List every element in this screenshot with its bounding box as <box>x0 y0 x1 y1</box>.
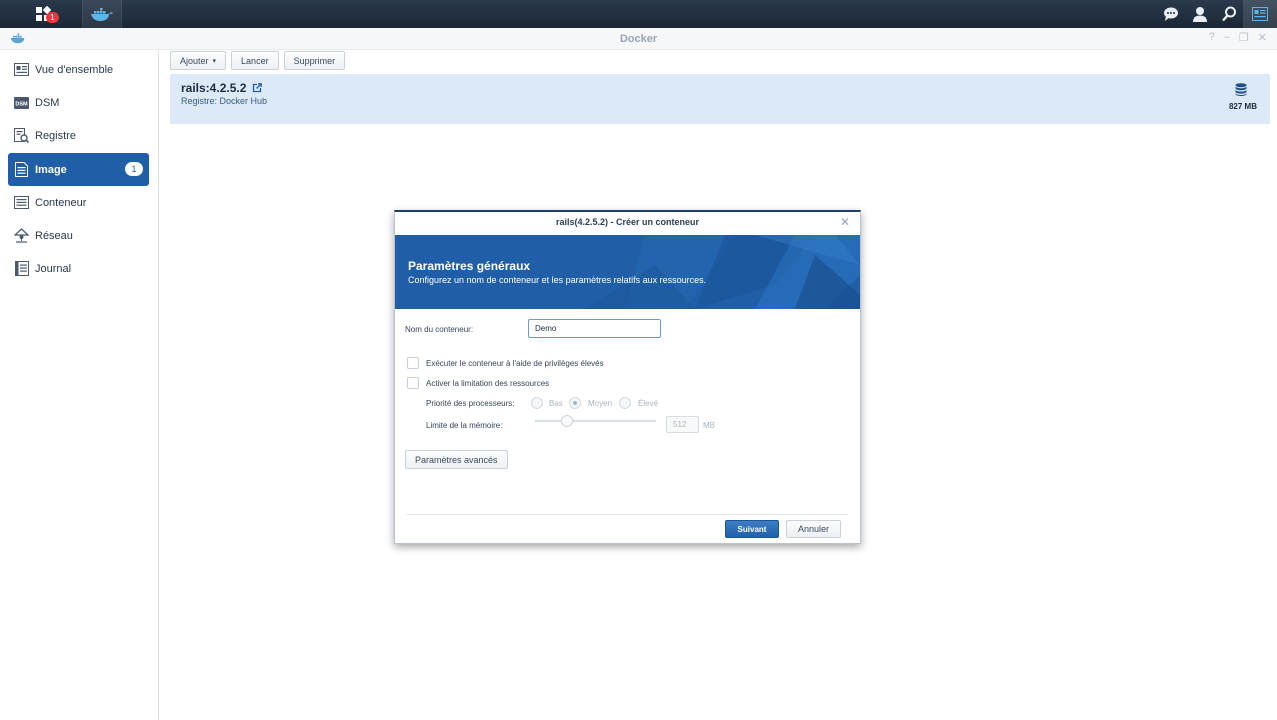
window-titlebar[interactable]: Docker ? – ❐ ✕ <box>0 28 1277 50</box>
user-icon <box>1192 7 1207 22</box>
network-icon <box>14 228 29 243</box>
container-name-label: Nom du conteneur: <box>405 325 474 334</box>
dsm-icon: DSM <box>14 95 29 110</box>
overview-icon <box>14 62 29 77</box>
sidebar-item-label: DSM <box>35 96 60 109</box>
taskbar-tray <box>1156 0 1277 28</box>
svg-text:DSM: DSM <box>15 101 28 107</box>
memory-slider-thumb[interactable] <box>561 415 573 427</box>
image-size: 827 MB <box>1228 102 1257 111</box>
launch-button[interactable]: Lancer <box>231 51 279 70</box>
external-link-icon[interactable] <box>252 83 263 93</box>
cpu-priority-label: Priorité des processeurs: <box>426 399 515 408</box>
widgets-button[interactable] <box>1243 0 1277 28</box>
sidebar-item-label: Réseau <box>35 229 73 242</box>
privileged-label: Exécuter le conteneur à l'aide de privil… <box>426 359 604 368</box>
docker-taskbar-button[interactable] <box>82 0 122 28</box>
main-menu-button[interactable]: 1 <box>24 0 64 28</box>
image-toolbar: Ajouter ▾ Lancer Supprimer <box>170 51 346 70</box>
widgets-icon <box>1252 7 1268 21</box>
image-list-item[interactable]: rails:4.2.5.2 Registre: Docker Hub 827 M… <box>170 74 1270 124</box>
sidebar-item-label: Conteneur <box>35 196 87 209</box>
search-button[interactable] <box>1214 0 1243 28</box>
sidebar-item-label: Image <box>35 163 67 176</box>
create-container-dialog: rails(4.2.5.2) - Créer un conteneur ✕ Pa… <box>394 210 861 544</box>
container-name-input[interactable] <box>528 319 661 338</box>
memory-slider-track[interactable] <box>535 420 656 422</box>
window-controls: ? – ❐ ✕ <box>1209 31 1267 44</box>
privileged-checkbox[interactable] <box>407 357 419 369</box>
sidebar-item-overview[interactable]: Vue d'ensemble <box>8 53 149 86</box>
cpu-high-label: Élevé <box>638 399 659 408</box>
container-icon <box>14 195 29 210</box>
sidebar-item-container[interactable]: Conteneur <box>8 186 149 219</box>
docker-whale-icon <box>91 8 113 21</box>
cpu-high-radio[interactable] <box>619 397 631 409</box>
sidebar-item-label: Registre <box>35 129 76 142</box>
dialog-footer-divider <box>407 514 848 515</box>
resource-limit-label: Activer la limitation des ressources <box>426 379 550 388</box>
log-icon <box>14 261 29 276</box>
notification-badge: 1 <box>46 12 59 23</box>
image-registry: Registre: Docker Hub <box>181 96 268 106</box>
add-dropdown-button[interactable]: Ajouter ▾ <box>170 51 227 70</box>
image-name: rails:4.2.5.2 <box>181 81 247 95</box>
sidebar-item-image[interactable]: Image 1 <box>8 153 149 186</box>
dialog-title: rails(4.2.5.2) - Créer un conteneur <box>555 217 700 227</box>
image-title: rails:4.2.5.2 <box>181 81 263 95</box>
image-count-badge: 1 <box>125 162 143 176</box>
memory-limit-label: Limite de la mémoire: <box>426 421 503 430</box>
delete-button[interactable]: Supprimer <box>283 51 346 70</box>
taskbar: 1 <box>0 0 1277 28</box>
banner-title: Paramètres généraux <box>408 259 531 273</box>
search-icon <box>1221 6 1236 22</box>
add-button-label: Ajouter <box>180 55 209 66</box>
database-icon <box>1235 83 1247 99</box>
user-button[interactable] <box>1185 0 1214 28</box>
caret-down-icon: ▾ <box>212 57 217 65</box>
memory-limit-input[interactable] <box>666 416 699 433</box>
memory-unit-label: MB <box>703 421 715 430</box>
dialog-close-icon[interactable]: ✕ <box>840 215 850 229</box>
next-button[interactable]: Suivant <box>725 520 779 538</box>
sidebar: Vue d'ensemble DSM DSM Registre Image 1 … <box>0 50 159 720</box>
banner-subtitle: Configurez un nom de conteneur et les pa… <box>408 275 707 285</box>
help-icon[interactable]: ? <box>1209 31 1215 44</box>
sidebar-item-dsm[interactable]: DSM DSM <box>8 86 149 119</box>
cpu-low-radio[interactable] <box>531 397 543 409</box>
image-icon <box>14 162 29 177</box>
close-icon[interactable]: ✕ <box>1258 31 1267 44</box>
chat-icon <box>1163 7 1178 21</box>
sidebar-item-registry[interactable]: Registre <box>8 119 149 152</box>
resource-limit-checkbox[interactable] <box>407 377 419 389</box>
sidebar-item-label: Vue d'ensemble <box>35 63 114 76</box>
sidebar-item-log[interactable]: Journal <box>8 252 149 285</box>
maximize-icon[interactable]: ❐ <box>1239 31 1249 44</box>
dialog-banner: Paramètres généraux Configurez un nom de… <box>395 235 860 309</box>
minimize-icon[interactable]: – <box>1224 31 1230 44</box>
registry-icon <box>14 128 29 143</box>
window-title: Docker <box>619 33 658 45</box>
advanced-settings-button[interactable]: Paramètres avancés <box>405 450 508 469</box>
chat-button[interactable] <box>1156 0 1185 28</box>
sidebar-item-network[interactable]: Réseau <box>8 219 149 252</box>
cpu-medium-label: Moyen <box>588 399 613 408</box>
cpu-low-label: Bas <box>549 399 563 408</box>
cpu-medium-radio[interactable] <box>569 397 581 409</box>
sidebar-item-label: Journal <box>35 262 72 275</box>
cancel-button[interactable]: Annuler <box>786 520 841 538</box>
